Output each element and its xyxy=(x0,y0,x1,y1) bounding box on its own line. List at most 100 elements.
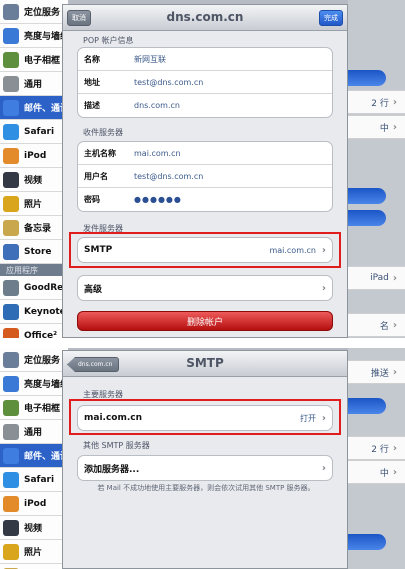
sidebar-item[interactable]: 备忘录 xyxy=(0,564,68,569)
sidebar-item[interactable]: 电子相框 xyxy=(0,48,68,72)
nav-bar: dns.com.cn SMTP xyxy=(63,351,347,377)
username-row[interactable]: 用户名 test@dns.com.cn xyxy=(78,165,332,188)
sidebar-item[interactable]: Safari xyxy=(0,120,68,144)
sidebar-item[interactable]: 定位服务 xyxy=(0,0,68,24)
sidebar-item[interactable]: 通用 xyxy=(0,72,68,96)
other-servers-header: 其他 SMTP 服务器 xyxy=(83,441,150,450)
highlight-frame xyxy=(69,399,341,435)
settings-sidebar: 定位服务亮度与墙纸电子相框通用邮件、通讯 Safari iPod 视频照片备忘录 xyxy=(0,348,69,569)
app-icon xyxy=(3,171,19,188)
address-field[interactable]: test@dns.com.cn xyxy=(134,78,203,87)
sidebar-item-label: Office² xyxy=(24,330,58,339)
sidebar-item[interactable]: Store xyxy=(0,240,68,264)
sidebar-item[interactable]: Office² xyxy=(0,324,68,338)
sidebar-item[interactable]: Keynote xyxy=(0,300,68,324)
background-toggle xyxy=(348,534,386,550)
background-detail-column: 2 行 › 中 › iPad › 名 › xyxy=(348,0,405,338)
sidebar-item[interactable]: 视频 xyxy=(0,168,68,192)
done-button[interactable]: 完成 xyxy=(319,10,343,26)
nav-title: SMTP xyxy=(186,356,224,370)
incoming-server-group: 主机名称 mai.com.cn 用户名 test@dns.com.cn 密码 ●●●●… xyxy=(77,141,333,212)
pop-section-header: POP 帐户信息 xyxy=(83,36,134,45)
advanced-label: 高级 xyxy=(84,284,103,295)
settings-sidebar: 定位服务亮度与墙纸电子相框通用 邮件、通讯 Safari iPod 视频 照片 备忘录 Sto… xyxy=(0,0,69,338)
sidebar-item-label: Keynote xyxy=(24,306,66,317)
app-icon xyxy=(3,147,19,164)
sidebar-item-label: Safari xyxy=(24,474,55,485)
sidebar-item[interactable]: 亮度与墙纸 xyxy=(0,372,69,396)
sidebar-item[interactable]: Safari xyxy=(0,468,68,492)
nav-bar: 取消 dns.com.cn 完成 xyxy=(63,5,347,31)
sidebar-item[interactable]: iPod xyxy=(0,492,68,516)
sidebar-item-label: 定位服务 xyxy=(24,8,61,18)
background-value-3: 名 › xyxy=(348,313,405,337)
background-detail-column: 推送 › 2 行 › 中 › xyxy=(348,348,405,569)
field-label: 描述 xyxy=(84,101,100,110)
sidebar-item[interactable]: iPod xyxy=(0,144,68,168)
app-icon xyxy=(3,51,19,68)
screenshot-smtp-settings: 定位服务亮度与墙纸电子相框通用邮件、通讯 Safari iPod 视频照片备忘录 推送… xyxy=(0,348,405,569)
account-sheet: 取消 dns.com.cn 完成 POP 帐户信息 名称 新网互联 地址 test@… xyxy=(62,4,348,338)
pop-name-row[interactable]: 名称 新网互联 xyxy=(78,48,332,71)
background-toggle xyxy=(348,188,386,204)
account-name-field[interactable]: 新网互联 xyxy=(134,54,166,65)
app-icon xyxy=(3,123,19,140)
app-icon xyxy=(3,243,19,260)
app-icon xyxy=(3,219,19,236)
field-label: 名称 xyxy=(84,54,100,64)
app-icon xyxy=(3,27,19,44)
background-toggle xyxy=(348,398,386,414)
sidebar-item-label: 电子相框 xyxy=(24,404,61,414)
sidebar-section-header: 应用程序 xyxy=(0,264,68,276)
hostname-field[interactable]: mai.com.cn xyxy=(134,149,181,158)
sidebar-item-label: 应用程序 xyxy=(6,265,38,275)
background-value-2: 中 › xyxy=(348,460,405,484)
app-icon xyxy=(3,279,19,296)
sidebar-item[interactable]: 照片 xyxy=(0,192,68,216)
pop-description-row[interactable]: 描述 dns.com.cn xyxy=(78,94,332,117)
password-field[interactable]: ●●●●●● xyxy=(134,195,182,204)
sidebar-item[interactable]: 照片 xyxy=(0,540,68,564)
app-icon xyxy=(3,303,19,320)
add-server-row[interactable]: 添加服务器... › xyxy=(78,456,332,480)
username-field[interactable]: test@dns.com.cn xyxy=(134,172,203,181)
sidebar-item[interactable]: 邮件、通讯 xyxy=(0,96,69,120)
sidebar-item[interactable]: 备忘录 xyxy=(0,216,68,240)
app-icon xyxy=(3,495,19,512)
sidebar-item[interactable]: GoodRe xyxy=(0,276,68,300)
background-value-2: iPad › xyxy=(348,266,405,290)
app-icon xyxy=(3,519,19,536)
sidebar-item[interactable]: 视频 xyxy=(0,516,68,540)
password-row[interactable]: 密码 ●●●●●● xyxy=(78,188,332,211)
chevron-right-icon: › xyxy=(321,462,326,474)
sidebar-item-label: iPod xyxy=(24,150,47,161)
sidebar-item-label: 电子相框 xyxy=(24,56,61,66)
nav-title: dns.com.cn xyxy=(166,10,244,24)
background-value-1: 2 行 › xyxy=(348,436,405,460)
hostname-row[interactable]: 主机名称 mai.com.cn xyxy=(78,142,332,165)
delete-account-button[interactable]: 删除帐户 xyxy=(77,311,333,331)
sidebar-item[interactable]: 电子相框 xyxy=(0,396,68,420)
field-label: 主机名称 xyxy=(84,148,116,158)
field-label: 用户名 xyxy=(84,171,108,181)
background-value-0: 推送 › xyxy=(348,360,405,384)
sidebar-item[interactable]: 通用 xyxy=(0,420,68,444)
fallback-note: 若 Mail 不成功地使用主要服务器，则会依次试用其他 SMTP 服务器。 xyxy=(97,484,315,492)
app-icon xyxy=(3,351,19,368)
app-icon xyxy=(3,447,19,464)
field-label: 密码 xyxy=(84,195,100,204)
highlight-frame xyxy=(69,232,341,268)
pop-address-row[interactable]: 地址 test@dns.com.cn xyxy=(78,71,332,94)
sidebar-item[interactable]: 亮度与墙纸 xyxy=(0,24,69,48)
sidebar-item[interactable]: 邮件、通讯 xyxy=(0,444,69,468)
screenshot-separator xyxy=(0,338,405,348)
background-toggle xyxy=(348,210,386,226)
app-icon xyxy=(3,399,19,416)
app-icon xyxy=(3,423,19,440)
sidebar-item-label: Store xyxy=(24,246,52,257)
field-label: 地址 xyxy=(84,77,100,87)
pop-account-group: 名称 新网互联 地址 test@dns.com.cn 描述 dns.com.cn xyxy=(77,47,333,118)
sidebar-item[interactable]: 定位服务 xyxy=(0,348,68,372)
advanced-row[interactable]: 高级 › xyxy=(78,276,332,300)
description-field[interactable]: dns.com.cn xyxy=(134,101,180,110)
